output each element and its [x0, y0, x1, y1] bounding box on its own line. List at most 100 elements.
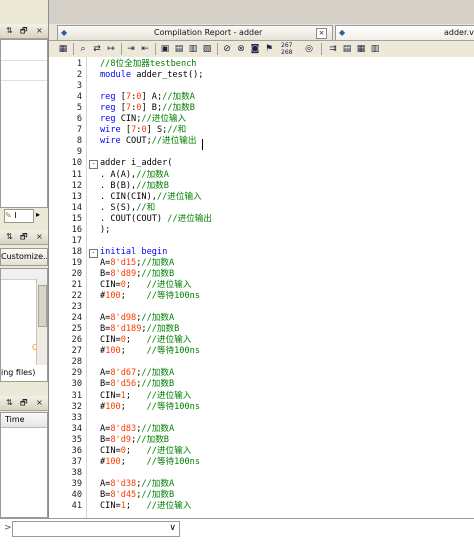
code-line[interactable]: B=8'd9;//加数B — [100, 435, 169, 446]
code-line[interactable]: CIN=0; //进位输入 — [100, 446, 191, 457]
code-line[interactable]: B=8'd56;//加数B — [100, 379, 174, 390]
code-line[interactable]: #100; //等待100ns — [100, 457, 200, 468]
code-line[interactable]: . CIN(CIN),//进位输入 — [100, 192, 202, 203]
fold-toggle-icon[interactable]: - — [89, 160, 98, 170]
wrap-icon[interactable]: ▥ — [369, 43, 381, 55]
code-token: //等待100ns — [146, 346, 200, 357]
close-icon[interactable]: × — [36, 26, 43, 36]
close-icon[interactable]: × — [36, 398, 43, 408]
goto-icon[interactable]: ↦ — [105, 43, 117, 55]
code-line[interactable]: CIN=1; //进位输入 — [100, 501, 191, 512]
code-line[interactable]: module adder_test(); — [100, 70, 203, 81]
restore-icon[interactable]: 🗗 — [20, 26, 28, 36]
code-token: //进位输入 — [146, 501, 192, 511]
restore-icon[interactable]: 🗗 — [20, 232, 28, 242]
tab-adder-v[interactable]: ◆ adder.v — [335, 25, 474, 40]
restore-icon[interactable]: 🗗 — [20, 398, 28, 408]
bookmark-clear-icon[interactable]: ▧ — [201, 43, 213, 55]
indent-icon[interactable]: ⇥ — [125, 43, 137, 55]
code-line[interactable]: #100; //等待100ns — [100, 291, 200, 302]
code-line[interactable]: A=8'd38;//加数A — [100, 479, 174, 490]
code-token: ; — [120, 291, 147, 302]
code-line[interactable]: CIN=0; //进位输入 — [100, 280, 191, 291]
code-line[interactable]: A=8'd98;//加数A — [100, 313, 174, 324]
line-number: 23 — [71, 302, 82, 313]
close-icon[interactable]: × — [36, 232, 43, 242]
code-line[interactable]: ); — [100, 225, 110, 236]
line-number: 29 — [71, 368, 82, 379]
toggle-icon[interactable]: ▤ — [341, 43, 353, 55]
command-input[interactable]: ∨ — [12, 521, 180, 537]
code-line[interactable]: reg [7:0] B;//加数B — [100, 103, 195, 114]
collapse-icon[interactable]: ▦ — [355, 43, 367, 55]
code-token: ; — [125, 390, 147, 401]
code-line[interactable]: . S(S),//和 — [100, 203, 155, 214]
chevron-down-icon[interactable]: ∨ — [169, 523, 176, 533]
tasks-list: C ing files) — [0, 268, 48, 382]
code-token: ] A; — [141, 92, 163, 103]
code-line[interactable]: . A(A),//加数A — [100, 170, 169, 181]
print-icon[interactable]: ▦ — [57, 43, 69, 55]
code-token: 100 — [105, 401, 121, 412]
code-line[interactable]: B=8'd45;//加数B — [100, 490, 174, 501]
tasks-scroll-thumb[interactable] — [38, 285, 47, 327]
float-icon[interactable]: ⇅ — [6, 26, 13, 36]
project-panel-titlebar: ⇅ 🗗 × — [0, 24, 48, 39]
code-token: //进位输入 — [156, 191, 202, 202]
unindent-icon[interactable]: ⇤ — [139, 43, 151, 55]
replace-icon[interactable]: ⇄ — [91, 43, 103, 55]
line-number: 24 — [71, 313, 82, 324]
code-token: module — [100, 70, 137, 81]
code-line[interactable]: A=8'd67;//加数A — [100, 368, 174, 379]
bookmark-icon[interactable]: ▣ — [159, 43, 171, 55]
code-line[interactable]: CIN=0; //进位输入 — [100, 335, 191, 346]
template-icon[interactable]: ◙ — [249, 43, 261, 55]
code-line[interactable]: . B(B),//加数B — [100, 181, 169, 192]
close-tab-icon[interactable]: × — [316, 28, 327, 39]
fold-toggle-icon[interactable]: - — [89, 248, 98, 258]
code-editor[interactable]: 1 2 3 4 5 6 7 8 9 10 11 12 13 14 15 16 17 18 19 20 21 22 23 24 2… — [49, 57, 474, 518]
customize-button[interactable]: Customize... — [0, 248, 48, 266]
code-line[interactable]: #100; //等待100ns — [100, 402, 200, 413]
code-token: //进位输出 — [151, 136, 197, 147]
float-icon[interactable]: ⇅ — [6, 232, 13, 242]
tab-compilation-report[interactable]: ◆ Compilation Report - adder × — [57, 25, 333, 40]
code-line[interactable]: A=8'd15;//加数A — [100, 258, 174, 269]
expand-icon[interactable]: ⇉ — [327, 43, 339, 55]
code-line[interactable]: A=8'd83;//加数A — [100, 424, 174, 435]
tasks-scrollbar[interactable] — [36, 279, 47, 365]
line-number: 38 — [71, 467, 82, 478]
code-line[interactable]: reg CIN;//进位输入 — [100, 114, 186, 125]
line-number: 33 — [71, 412, 82, 423]
code-line[interactable]: initial begin — [100, 247, 167, 258]
code-line[interactable]: CIN=1; //进位输入 — [100, 391, 191, 402]
time-column-header[interactable]: Time — [1, 413, 47, 428]
find-icon[interactable]: ⌕ — [77, 43, 89, 55]
code-line[interactable]: B=8'd189;//加数B — [100, 324, 179, 335]
code-token: CIN= — [100, 501, 121, 511]
line-number: 37 — [71, 456, 82, 467]
code-line[interactable]: //8位全加器testbench — [100, 59, 196, 70]
code-line[interactable]: . COUT(COUT) //进位输出 — [100, 214, 212, 225]
macro-icon[interactable]: ◎ — [303, 43, 315, 55]
tab-scroll-icon[interactable]: ▸ — [36, 210, 40, 219]
code-line[interactable]: #100; //等待100ns — [100, 346, 200, 357]
line-number: 1 — [76, 59, 82, 69]
code-line[interactable]: B=8'd89;//加数B — [100, 269, 174, 280]
float-icon[interactable]: ⇅ — [6, 398, 13, 408]
comment-icon[interactable]: ⊘ — [221, 43, 233, 55]
code-token: B= — [100, 379, 111, 390]
line-number: 26 — [71, 335, 82, 346]
left-dock: ⇅ 🗗 × ✎ I ▸ ⇅ 🗗 × Customize... C ing fil… — [0, 0, 49, 518]
highlight-icon[interactable]: ⚑ — [263, 43, 275, 55]
bookmark-next-icon[interactable]: ▤ — [173, 43, 185, 55]
line-number: 21 — [71, 280, 82, 290]
uncomment-icon[interactable]: ⊗ — [235, 43, 247, 55]
code-line[interactable]: reg [7:0] A;//加数A — [100, 92, 195, 103]
tab-files[interactable]: ✎ I — [4, 209, 34, 223]
code-line[interactable]: adder i_adder( — [100, 158, 172, 169]
code-line[interactable]: wire COUT;//进位输出 — [100, 136, 196, 147]
code-line[interactable]: wire [7:0] S;//和 — [100, 125, 186, 136]
line-number: 5 — [76, 103, 82, 114]
bookmark-prev-icon[interactable]: ▥ — [187, 43, 199, 55]
